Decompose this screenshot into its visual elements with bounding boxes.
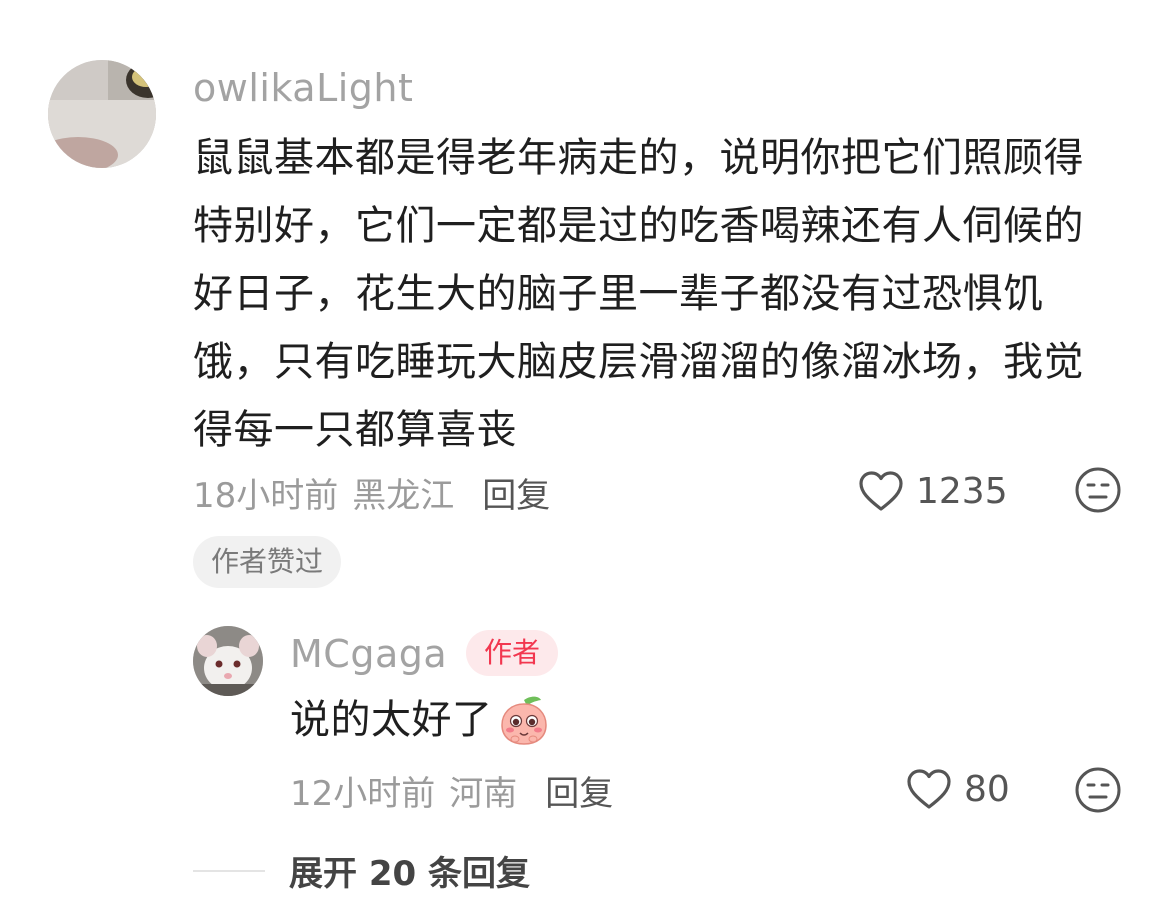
- reply-item: MCgaga 作者 说的太好了 12小时前 河南 回复 80: [0, 610, 1170, 830]
- reply-like-count: 80: [964, 768, 1010, 810]
- comment-location: 黑龙江: [352, 476, 455, 516]
- reply-username[interactable]: MCgaga: [290, 632, 447, 676]
- like-count: 1235: [916, 470, 1008, 512]
- reply-time: 12小时前: [290, 774, 436, 814]
- avatar-image: [48, 60, 156, 168]
- divider-line: [193, 869, 265, 872]
- comment-time: 18小时前: [193, 476, 339, 516]
- reply-text: 说的太好了: [290, 686, 551, 754]
- comment-text-line: 饿，只有吃睡玩大脑皮层滑溜溜的像溜冰场，我觉: [193, 339, 1084, 385]
- comment-username[interactable]: owlikaLight: [193, 66, 413, 110]
- comment-text-line: 特别好，它们一定都是过的吃香喝辣还有人伺候的: [193, 203, 1084, 249]
- author-liked-badge: 作者赞过: [193, 536, 342, 588]
- reply-reply-button[interactable]: 回复: [545, 774, 613, 814]
- heart-outline-icon: [859, 471, 903, 511]
- comment-text-line: 得每一只都算喜丧: [193, 407, 517, 453]
- reply-button[interactable]: 回复: [482, 476, 550, 516]
- meh-face-icon: [1075, 767, 1121, 813]
- comment-meta: 18小时前 黑龙江 回复: [193, 468, 550, 517]
- dislike-button[interactable]: [1074, 466, 1122, 518]
- reply-avatar[interactable]: [193, 626, 263, 696]
- heart-outline-icon: [907, 769, 951, 809]
- reply-dislike-button[interactable]: [1074, 766, 1122, 818]
- reply-meta: 12小时前 河南 回复: [290, 766, 613, 815]
- reply-like-button[interactable]: 80: [906, 768, 1010, 810]
- author-badge: 作者: [466, 630, 559, 676]
- avatar-image: [193, 626, 263, 696]
- comment-text: 鼠鼠基本都是得老年病走的，说明你把它们照顾得 特别好，它们一定都是过的吃香喝辣还…: [193, 124, 1133, 464]
- avatar[interactable]: [48, 60, 156, 168]
- comment-item: owlikaLight 鼠鼠基本都是得老年病走的，说明你把它们照顾得 特别好，它…: [0, 0, 1170, 600]
- blushing-peach-emoji: [500, 696, 547, 745]
- comment-text-line: 鼠鼠基本都是得老年病走的，说明你把它们照顾得: [193, 135, 1084, 181]
- expand-replies-label: 展开 20 条回复: [289, 854, 530, 894]
- reply-location: 河南: [449, 774, 518, 814]
- like-button[interactable]: 1235: [858, 470, 1008, 512]
- expand-replies-button[interactable]: 展开 20 条回复: [193, 846, 530, 895]
- reply-text-content: 说的太好了: [290, 697, 493, 743]
- comment-text-line: 好日子，花生大的脑子里一辈子都没有过恐惧饥: [193, 271, 1044, 317]
- meh-face-icon: [1075, 467, 1121, 513]
